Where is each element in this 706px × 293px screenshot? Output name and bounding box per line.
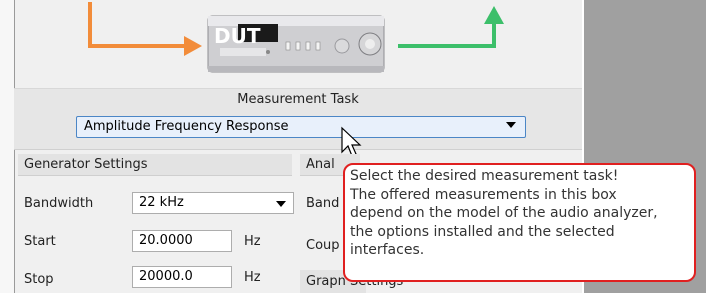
- output-arrow-icon: [398, 6, 504, 48]
- bandwidth-label: Bandwidth: [24, 196, 94, 211]
- tooltip-line: the options installed and the selected: [350, 223, 615, 240]
- tooltip-line: depend on the model of the audio analyze…: [350, 205, 658, 221]
- dut-label: DUT: [214, 24, 261, 48]
- start-unit: Hz: [244, 234, 261, 249]
- app-window: DUT Measurement Task Amplitude Frequency…: [0, 0, 706, 293]
- start-label: Start: [24, 234, 56, 249]
- start-value: 20.0000: [139, 233, 193, 248]
- dut-illustration: [88, 2, 504, 73]
- measurement-task-label: Measurement Task: [237, 92, 359, 107]
- left-margin: [0, 0, 14, 293]
- stop-input[interactable]: 20000.0: [132, 266, 232, 288]
- stop-unit: Hz: [244, 270, 261, 285]
- chevron-down-icon[interactable]: [506, 122, 516, 128]
- tooltip-line: interfaces.: [350, 242, 425, 258]
- tooltip-text: Select the desired measurement task! The…: [350, 167, 695, 260]
- bandwidth-value: 22 kHz: [139, 195, 184, 210]
- input-arrow-icon: [88, 2, 202, 56]
- tooltip-line: The offered measurements in this box: [350, 186, 617, 203]
- measurement-task-value: Amplitude Frequency Response: [84, 119, 289, 134]
- chevron-down-icon[interactable]: [276, 201, 286, 207]
- analyzer-coupling-label: Coup: [306, 238, 340, 253]
- analyzer-bandwidth-label: Band: [306, 196, 340, 211]
- generator-settings-header: Generator Settings: [18, 154, 292, 176]
- stop-value: 20000.0: [139, 269, 193, 284]
- tooltip-line: Select the desired measurement task!: [350, 168, 619, 184]
- stop-label: Stop: [24, 272, 54, 287]
- bandwidth-select[interactable]: 22 kHz: [132, 192, 294, 214]
- start-input[interactable]: 20.0000: [132, 230, 232, 252]
